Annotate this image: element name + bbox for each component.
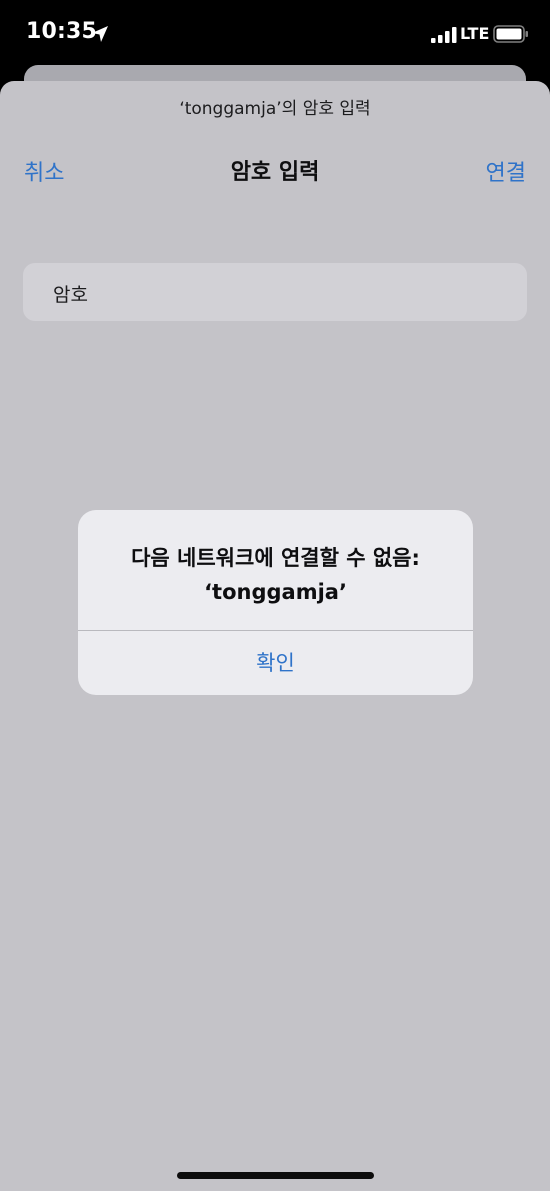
cancel-button[interactable]: 취소 — [24, 155, 64, 187]
alert-title-line2: ‘tonggamja’ — [204, 580, 347, 604]
home-indicator[interactable] — [177, 1172, 374, 1179]
sheet-prompt: ‘tonggamja’의 암호 입력 — [179, 99, 371, 119]
ok-button[interactable]: 확인 — [78, 631, 473, 695]
sheet-title: 암호 입력 — [230, 160, 320, 185]
alert-title-line1: 다음 네트워크에 연결할 수 없음: — [131, 546, 420, 570]
location-arrow-icon — [92, 26, 108, 42]
password-field-label: 암호 — [53, 284, 88, 306]
status-time: 10:35 — [26, 19, 98, 44]
alert-dialog: 다음 네트워크에 연결할 수 없음: ‘tonggamja’ 확인 — [78, 510, 473, 695]
join-button[interactable]: 연결 — [486, 155, 526, 187]
network-type: LTE — [460, 24, 490, 43]
password-field[interactable]: 암호 — [23, 263, 527, 321]
alert-title: 다음 네트워크에 연결할 수 없음: ‘tonggamja’ — [78, 541, 473, 609]
battery-icon — [493, 25, 528, 43]
cellular-signal-icon — [431, 27, 457, 43]
status-bar: 10:35 LTE — [0, 0, 550, 64]
